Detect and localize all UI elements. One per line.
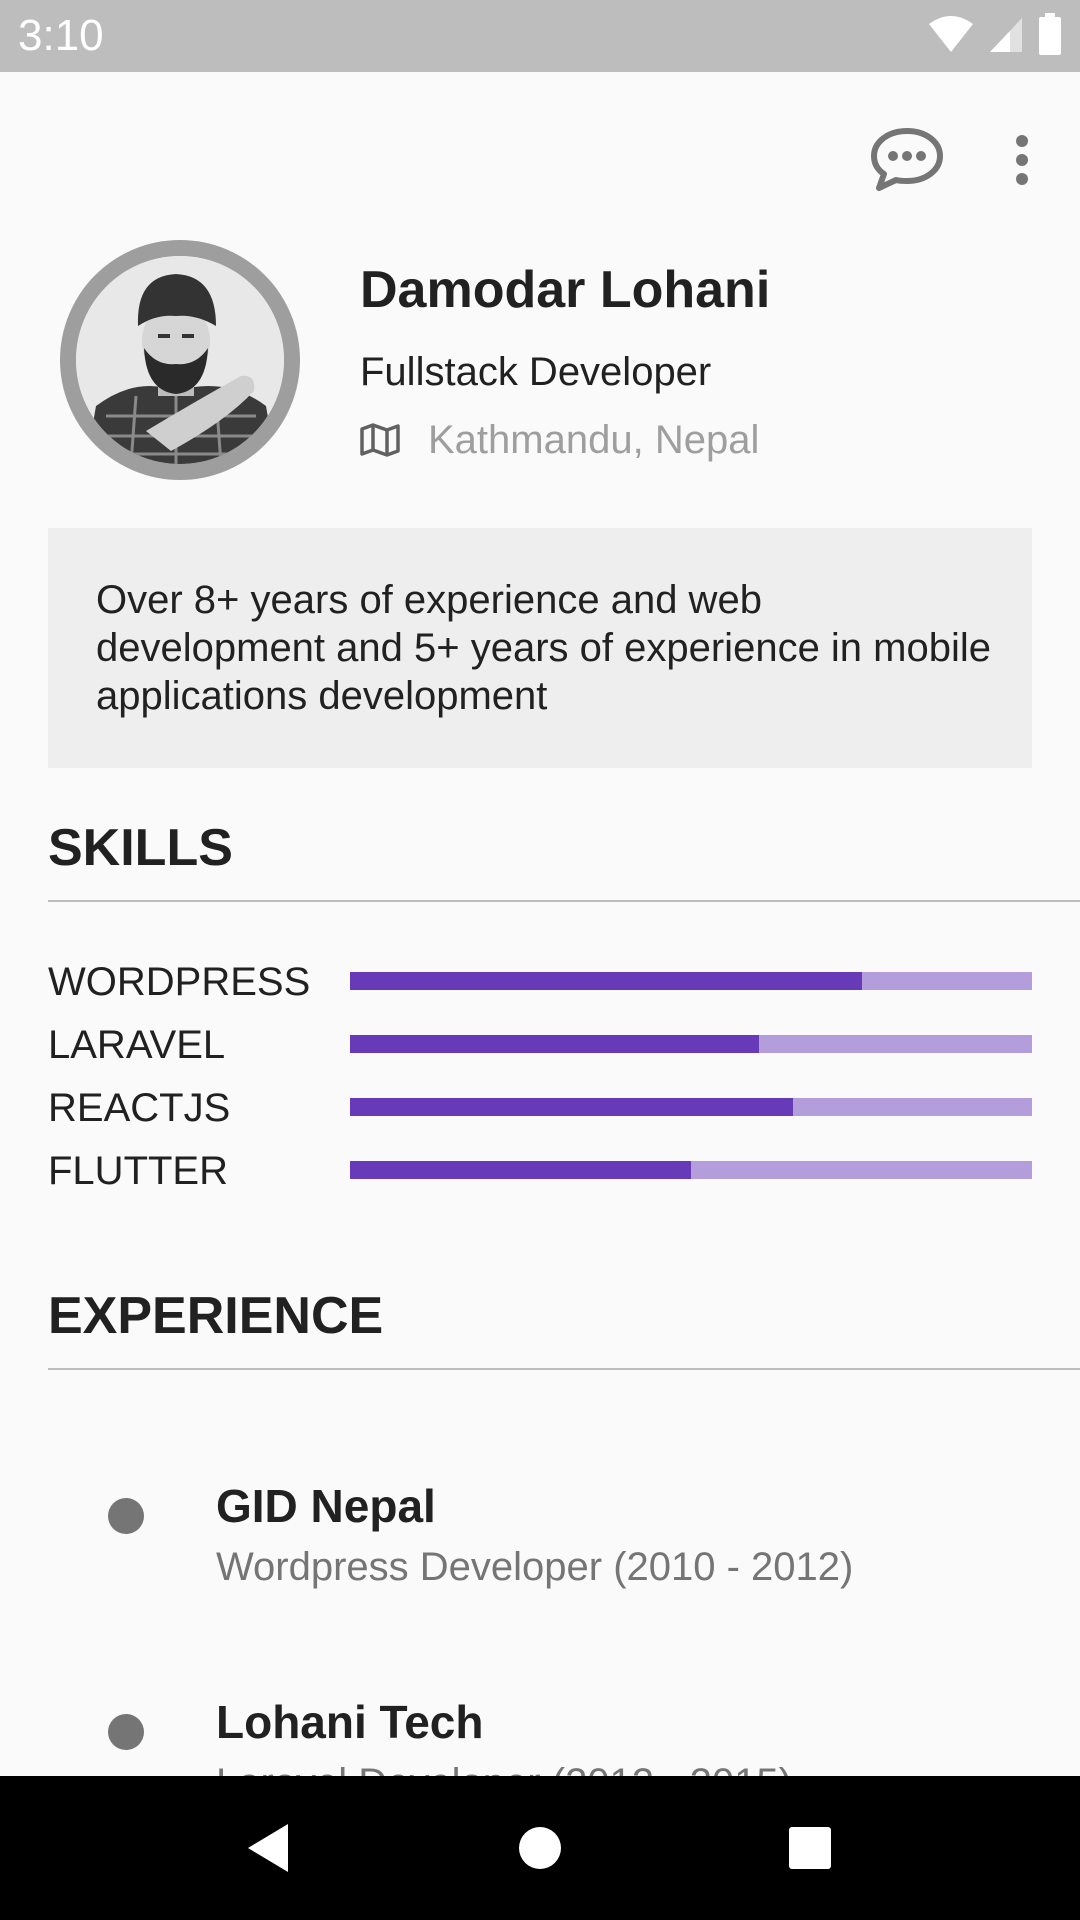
skill-name: REACTJS [48, 1086, 231, 1130]
skill-progress-bar [350, 1098, 1032, 1116]
timeline-dot-icon [108, 1714, 144, 1750]
wifi-icon [928, 14, 974, 59]
skill-progress-fill [350, 1161, 691, 1179]
skill-name: WORDPRESS [48, 960, 311, 1004]
status-bar: 3:10 [0, 0, 1080, 72]
skill-row: WORDPRESS [48, 950, 1032, 1013]
back-icon[interactable] [232, 1812, 304, 1884]
skill-name: FLUTTER [48, 1149, 228, 1193]
experience-company: Lohani Tech [216, 1696, 484, 1748]
skill-progress-bar [350, 1161, 1032, 1179]
skill-row: FLUTTER [48, 1139, 1032, 1202]
profile-location: Kathmandu, Nepal [358, 412, 759, 468]
avatar [60, 240, 300, 480]
skill-row: LARAVEL [48, 1013, 1032, 1076]
chat-icon[interactable] [862, 120, 952, 200]
skill-progress-fill [350, 1098, 794, 1116]
profile-title: Fullstack Developer [360, 350, 712, 394]
skill-progress-bar [350, 1035, 1032, 1053]
home-icon[interactable] [504, 1812, 576, 1884]
skills-list: WORDPRESS LARAVEL REACTJS FLUTTER [48, 950, 1032, 1202]
experience-heading: EXPERIENCE [48, 1287, 384, 1345]
summary-text: Over 8+ years of experience and web deve… [96, 578, 991, 718]
skill-row: REACTJS [48, 1076, 1032, 1139]
status-icons [928, 12, 1062, 60]
skills-heading: SKILLS [48, 819, 233, 877]
profile-screen: 3:10 Damodar Lohani Fullstack Developer … [0, 0, 1080, 1920]
status-time: 3:10 [18, 11, 104, 60]
experience-role: Wordpress Developer (2010 - 2012) [216, 1545, 854, 1589]
navigation-bar [0, 1776, 1080, 1920]
summary-card: Over 8+ years of experience and web deve… [48, 528, 1032, 768]
signal-icon [988, 14, 1024, 59]
experience-company: GID Nepal [216, 1480, 436, 1532]
location-text: Kathmandu, Nepal [428, 418, 760, 462]
skill-name: LARAVEL [48, 1023, 226, 1067]
recents-icon[interactable] [774, 1812, 846, 1884]
skill-progress-fill [350, 1035, 760, 1053]
skill-progress-bar [350, 972, 1032, 990]
avatar-photo [76, 256, 284, 464]
skill-progress-fill [350, 972, 862, 990]
timeline-dot-icon [108, 1498, 144, 1534]
battery-icon [1038, 12, 1062, 60]
map-icon [358, 418, 402, 462]
profile-name: Damodar Lohani [360, 261, 771, 319]
skills-divider [48, 900, 1080, 902]
experience-divider [48, 1368, 1080, 1370]
more-vert-icon[interactable] [1002, 120, 1042, 200]
app-bar-actions [862, 120, 1042, 200]
